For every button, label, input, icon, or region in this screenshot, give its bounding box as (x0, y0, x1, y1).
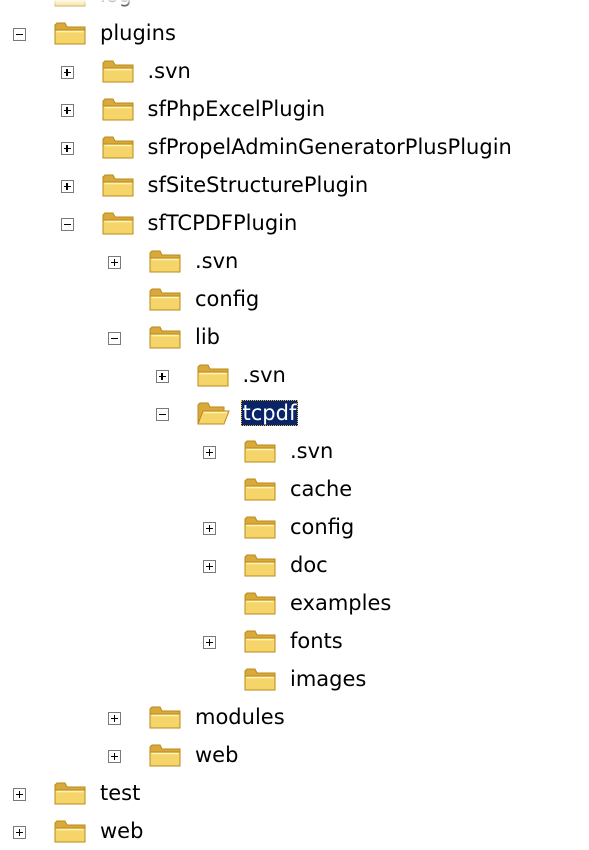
folder-icon (101, 171, 135, 199)
expand-toggle-icon[interactable] (108, 750, 121, 763)
folder-tree: log plugins .svn sfPhpExcelPlugin sfPropelAd… (0, 0, 589, 850)
folder-icon (53, 0, 87, 9)
folder-icon (101, 95, 135, 123)
tree-node[interactable]: .svn (0, 434, 589, 472)
tree-node-label[interactable]: plugins (98, 20, 178, 46)
tree-node-label[interactable]: .svn (241, 362, 288, 388)
tree-node[interactable]: config (0, 282, 589, 320)
expand-toggle-icon[interactable] (108, 256, 121, 269)
tree-node-label[interactable]: images (288, 666, 368, 692)
tree-node[interactable]: test (0, 776, 589, 814)
tree-node[interactable]: web (0, 738, 589, 776)
expand-toggle-icon[interactable] (203, 446, 216, 459)
tree-node-label[interactable]: fonts (288, 628, 345, 654)
expand-toggle-icon[interactable] (13, 826, 26, 839)
expand-toggle-icon[interactable] (203, 636, 216, 649)
tree-node[interactable]: doc (0, 548, 589, 586)
tree-node[interactable]: plugins (0, 16, 589, 54)
folder-icon (53, 817, 87, 845)
folder-icon (101, 209, 135, 237)
tree-node-label[interactable]: web (98, 818, 145, 844)
folder-icon (148, 703, 182, 731)
folder-icon (53, 19, 87, 47)
collapse-toggle-icon[interactable] (108, 332, 121, 345)
folder-icon (148, 285, 182, 313)
tree-node-label[interactable]: test (98, 780, 142, 806)
folder-icon (243, 475, 277, 503)
folder-icon (148, 741, 182, 769)
expand-toggle-icon[interactable] (203, 522, 216, 535)
tree-node[interactable]: modules (0, 700, 589, 738)
tree-node[interactable]: .svn (0, 244, 589, 282)
tree-node[interactable]: sfPhpExcelPlugin (0, 92, 589, 130)
tree-node[interactable]: config (0, 510, 589, 548)
expand-toggle-icon[interactable] (155, 370, 169, 383)
tree-node[interactable]: examples (0, 586, 589, 624)
folder-icon (101, 133, 135, 161)
folder-icon (243, 665, 277, 693)
expand-toggle-icon[interactable] (60, 66, 74, 79)
tree-node[interactable]: fonts (0, 624, 589, 662)
tree-node-label[interactable]: config (288, 514, 356, 540)
folder-icon (53, 779, 87, 807)
collapse-toggle-icon[interactable] (13, 28, 26, 41)
tree-node-label[interactable]: sfPropelAdminGeneratorPlusPlugin (146, 134, 514, 160)
expand-toggle-icon[interactable] (13, 788, 26, 801)
folder-icon (243, 437, 277, 465)
tree-node-label[interactable]: tcpdf (240, 400, 299, 426)
tree-node[interactable]: web (0, 814, 589, 850)
folder-icon (243, 627, 277, 655)
tree-node[interactable]: .svn (0, 358, 589, 396)
collapse-toggle-icon[interactable] (60, 218, 74, 231)
tree-node-label[interactable]: web (193, 742, 240, 768)
tree-node-label[interactable]: .svn (288, 438, 335, 464)
tree-node[interactable]: log (0, 0, 589, 16)
folder-icon (243, 551, 277, 579)
tree-node-label[interactable]: cache (288, 476, 354, 502)
folder-open-icon (196, 399, 230, 427)
expand-toggle-icon[interactable] (203, 560, 216, 573)
tree-node-label[interactable]: doc (288, 552, 330, 578)
tree-node-label[interactable]: lib (193, 324, 222, 350)
tree-node-label[interactable]: sfSiteStructurePlugin (146, 172, 371, 198)
tree-node[interactable]: cache (0, 472, 589, 510)
folder-icon (148, 247, 182, 275)
expand-toggle-icon[interactable] (60, 142, 74, 155)
tree-node-label[interactable]: .svn (193, 248, 240, 274)
folder-icon (196, 361, 230, 389)
collapse-toggle-icon[interactable] (155, 408, 169, 421)
tree-node[interactable]: tcpdf (0, 396, 589, 434)
folder-icon (243, 513, 277, 541)
folder-icon (243, 589, 277, 617)
tree-node-label[interactable]: examples (288, 590, 393, 616)
tree-node-label[interactable]: sfPhpExcelPlugin (146, 96, 328, 122)
tree-node-label[interactable]: sfTCPDFPlugin (146, 210, 300, 236)
tree-node[interactable]: images (0, 662, 589, 700)
expand-toggle-icon[interactable] (108, 712, 121, 725)
expand-toggle-icon[interactable] (60, 180, 74, 193)
folder-icon (148, 323, 182, 351)
folder-icon (101, 57, 135, 85)
tree-node-label[interactable]: log (98, 0, 134, 8)
tree-node[interactable]: .svn (0, 54, 589, 92)
expand-toggle-icon[interactable] (60, 104, 74, 117)
tree-node-label[interactable]: modules (193, 704, 287, 730)
tree-node[interactable]: lib (0, 320, 589, 358)
tree-node-label[interactable]: config (193, 286, 261, 312)
tree-node[interactable]: sfTCPDFPlugin (0, 206, 589, 244)
tree-node[interactable]: sfSiteStructurePlugin (0, 168, 589, 206)
tree-node-label[interactable]: .svn (146, 58, 193, 84)
tree-node[interactable]: sfPropelAdminGeneratorPlusPlugin (0, 130, 589, 168)
